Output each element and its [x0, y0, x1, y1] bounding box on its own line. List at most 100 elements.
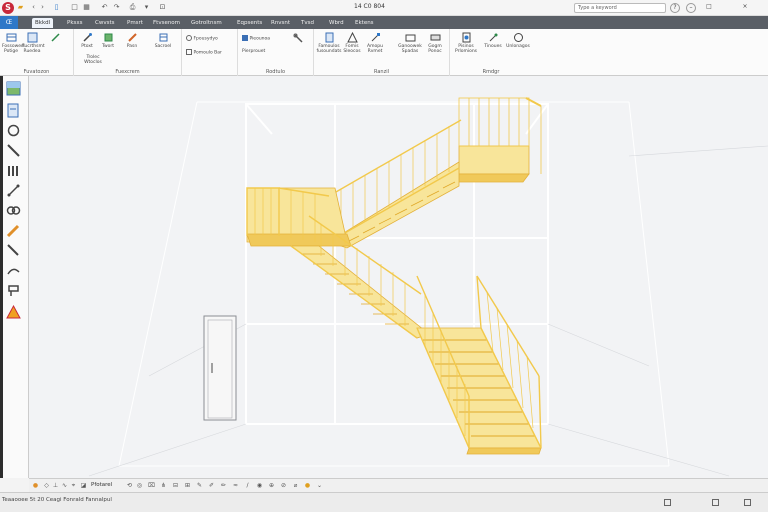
tab-annotate[interactable]: Ftvsenom — [150, 18, 183, 28]
chain-icon[interactable] — [5, 202, 22, 219]
file-tab[interactable]: Œ — [0, 16, 18, 29]
filter-icon[interactable]: ⋔ — [159, 481, 168, 490]
floor-tool-button[interactable]: Fucrthsmt Ruedea — [22, 32, 45, 54]
pencil-tool-button[interactable]: Pasn — [124, 32, 140, 49]
camera-view-icon[interactable]: ◉ — [255, 481, 264, 490]
tab-insert[interactable]: Pmsrt — [124, 18, 146, 28]
measure-quick-icon[interactable]: ⊡ — [158, 3, 167, 12]
undo-icon[interactable]: ↶ — [100, 3, 109, 12]
camera-tool-button[interactable]: Amopu Rvmet — [364, 32, 386, 54]
draw-icon[interactable]: ✏ — [219, 481, 228, 490]
measure-view-icon[interactable]: ⊥ — [51, 481, 60, 490]
minimize-button[interactable]: – — [686, 3, 696, 13]
edit-icon[interactable]: ✐ — [207, 481, 216, 490]
pencil-view-icon[interactable]: ✎ — [195, 481, 204, 490]
stamp-icon[interactable] — [5, 282, 22, 299]
export-tool-button[interactable]: Unlonagos — [506, 32, 530, 49]
link-icon[interactable]: ∿ — [60, 481, 69, 490]
railing-tool-button[interactable]: Pomoulo Bar — [186, 49, 238, 56]
new-document-icon[interactable]: ▯ — [52, 3, 61, 12]
window-tool-button[interactable]: Twort — [100, 32, 116, 49]
railing-icon — [186, 49, 192, 55]
sun-icon[interactable]: ● — [31, 481, 40, 490]
search-input[interactable]: Type a keyword — [574, 3, 666, 13]
tab-collaborate[interactable]: Gotroltnsm — [188, 18, 225, 28]
pin-icon[interactable]: ⌖ — [69, 481, 78, 490]
section-view-icon[interactable]: ⌀ — [291, 481, 300, 490]
redo-icon[interactable]: ↷ — [112, 3, 121, 12]
tab-extensions[interactable]: Ektens — [352, 18, 377, 28]
close-button[interactable]: × — [740, 3, 750, 13]
door[interactable] — [203, 315, 237, 421]
object-tool-button[interactable]: Sacroel — [152, 32, 174, 49]
render-view-icon[interactable]: ⊕ — [267, 481, 276, 490]
forward-icon[interactable]: › — [38, 3, 47, 12]
elevation-tool-button[interactable]: Fomis Sleocos — [342, 32, 362, 54]
highlight-icon[interactable]: ● — [303, 481, 312, 490]
wrench-tool-button[interactable] — [288, 33, 308, 45]
paint-icon[interactable] — [5, 242, 22, 259]
tab-equipment[interactable]: Eqpsents — [234, 18, 265, 28]
wave-icon[interactable]: ≈ — [231, 481, 240, 490]
spaces-tool-button[interactable]: Ganoowek Spadas — [398, 32, 422, 54]
back-icon[interactable]: ‹ — [29, 3, 38, 12]
print-icon[interactable]: ⎙ — [128, 3, 137, 12]
tab-structure[interactable]: Pksxs — [64, 18, 86, 28]
orbit-icon[interactable]: ⊘ — [279, 481, 288, 490]
open-icon[interactable]: □ — [70, 3, 79, 12]
image-icon[interactable] — [5, 80, 22, 97]
help-button[interactable]: ? — [670, 3, 680, 13]
grid-icon[interactable]: ⊞ — [183, 481, 192, 490]
scale-label[interactable]: Pfotarel — [91, 482, 112, 488]
staircase-model[interactable] — [246, 97, 542, 455]
model-tool-button[interactable]: Pieounoa — [242, 35, 282, 42]
stair-model-view[interactable] — [29, 76, 768, 478]
stair-tool-button[interactable]: Fpousydyo — [186, 35, 234, 42]
sections-icon — [325, 32, 333, 43]
scale-icon[interactable]: ◇ — [42, 481, 51, 490]
elevation-tool-label: Fomis Sleocos — [343, 44, 361, 54]
door-tool-button[interactable]: Ptoxt — [80, 32, 94, 49]
more-icon[interactable]: ⌄ — [315, 481, 324, 490]
tab-build[interactable]: Bkkdl — [32, 18, 54, 28]
tab-tools[interactable]: Tvsd — [298, 18, 317, 28]
sections-tool-button[interactable]: Famoulos fusoundats — [316, 32, 342, 54]
project-tool-button[interactable]: Pierprouet — [242, 49, 282, 54]
pen-tool-button[interactable] — [48, 32, 62, 44]
brush-view-icon[interactable]: ∕ — [243, 481, 252, 490]
visibility-icon[interactable]: ◎ — [135, 481, 144, 490]
render-tool-button[interactable]: Pisinos Prlomions — [452, 32, 480, 54]
dimension-icon[interactable]: ◪ — [79, 481, 88, 490]
drawing-canvas[interactable] — [29, 76, 768, 478]
object-tool-label: Sacroel — [154, 44, 172, 49]
document-icon[interactable] — [5, 102, 22, 119]
pencil-icon[interactable] — [5, 222, 22, 239]
app-logo-icon[interactable]: S — [2, 2, 14, 14]
design-options-icon[interactable] — [712, 499, 719, 506]
save-icon[interactable]: ▦ — [82, 3, 91, 12]
brush-icon[interactable] — [5, 142, 22, 159]
warning-icon[interactable] — [5, 304, 22, 321]
window-tool-label: Twort — [101, 44, 115, 49]
tab-create[interactable]: Cwvsts — [92, 18, 117, 28]
view-control-bar: ● ◇ ⊥ ∿ ⌖ ◪ Pfotarel ⟲ ◎ ⌧ ⋔ ⊟ ⊞ ✎ ✐ ✏ ≈… — [29, 478, 768, 492]
worksets-icon[interactable] — [664, 499, 671, 506]
crop-icon[interactable]: ⌧ — [147, 481, 156, 490]
tags-tool-button[interactable]: Tinoues — [484, 32, 502, 49]
lock-icon[interactable]: ⊟ — [171, 481, 180, 490]
settings-icon[interactable]: ▾ — [142, 3, 151, 12]
sync-icon[interactable]: ⟲ — [125, 481, 134, 490]
wand-icon[interactable] — [5, 262, 22, 279]
maximize-button[interactable]: □ — [704, 3, 714, 13]
tab-review[interactable]: Rnvsnt — [268, 18, 293, 28]
pencil-tool-label: Pasn — [126, 44, 138, 49]
measure-icon[interactable] — [5, 182, 22, 199]
wall-tool-button[interactable]: Fossowert Potige — [2, 32, 25, 54]
tab-view[interactable]: Wbrd — [326, 18, 347, 28]
bars-icon[interactable] — [5, 162, 22, 179]
filter-status-icon[interactable] — [744, 499, 751, 506]
settings-tool-button[interactable]: Trolec Wtoclos — [80, 55, 106, 65]
open-folder-icon[interactable]: ▰ — [16, 3, 25, 12]
print-tool-button[interactable]: Gogm Ponoc — [424, 32, 446, 54]
rotate-icon[interactable] — [5, 122, 22, 139]
